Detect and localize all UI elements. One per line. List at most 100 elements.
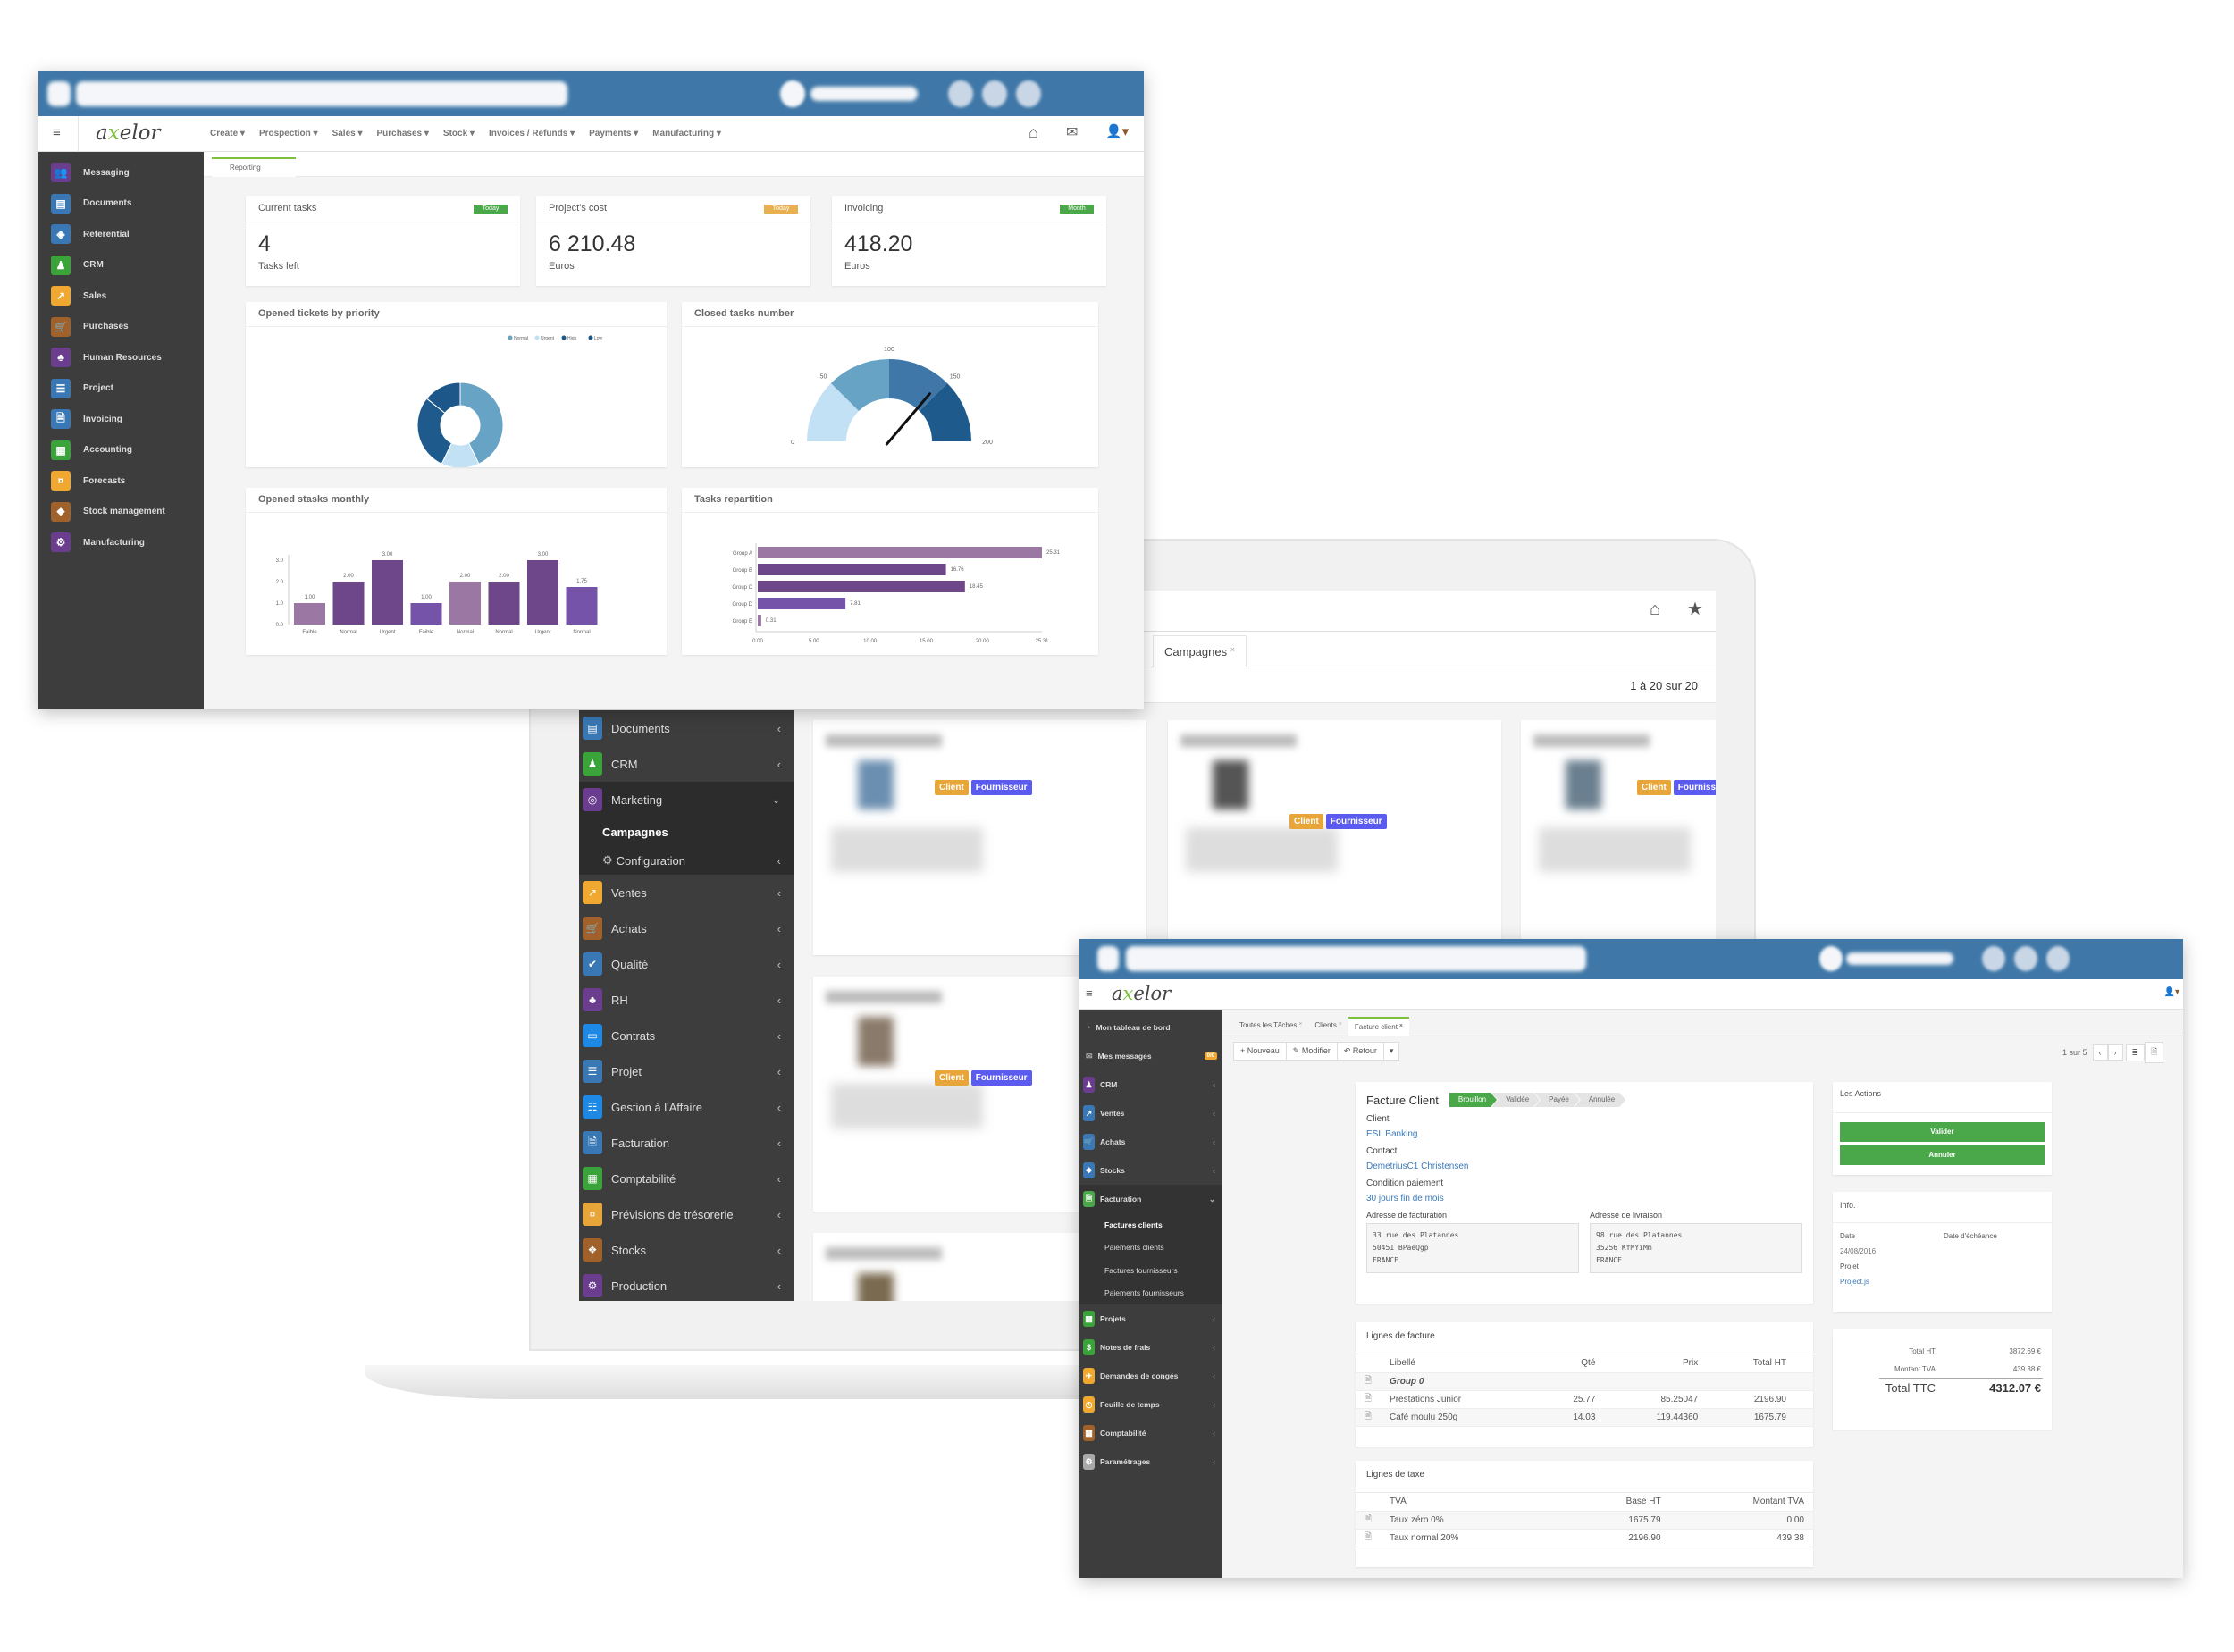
sidebar-item[interactable]: ♟ CRM (38, 250, 204, 281)
billing-address-field[interactable]: 33 rue des Platannes 50451 BPaeQgp FRANC… (1366, 1223, 1579, 1273)
status-step[interactable]: Payée (1534, 1093, 1580, 1107)
edit-button[interactable]: ✎ Modifier (1287, 1043, 1338, 1060)
sidebar-item[interactable]: ↗ Ventes ‹ (579, 875, 794, 910)
bar[interactable] (410, 603, 442, 625)
sidebar-item[interactable]: ✔ Qualité ‹ (579, 946, 794, 982)
attachment-icon[interactable]: 🗎 (2145, 1042, 2164, 1063)
bar[interactable] (758, 615, 761, 626)
sidebar-item[interactable]: ✈ Demandes de congés ‹ (1079, 1362, 1222, 1390)
table-row[interactable]: 🗎 Taux normal 20% 2196.90 439.38 (1356, 1529, 1813, 1547)
sidebar-item[interactable]: ☰ Project (38, 373, 204, 405)
close-tab-icon[interactable]: × (1398, 1023, 1403, 1029)
cancel-button[interactable]: Annuler (1840, 1145, 2045, 1165)
sidebar-item[interactable]: Paiements clients (1079, 1236, 1222, 1259)
sidebar-item[interactable]: ♣ RH ‹ (579, 982, 794, 1018)
contact-card[interactable]: ClientFournisseur (1521, 720, 1716, 955)
user-menu-icon[interactable]: 👤▾ (2164, 987, 2179, 997)
tab[interactable]: Facture client × (1348, 1017, 1409, 1036)
table-row[interactable]: 🗎 Prestations Junior 25.77 85.25047 2196.90 (1356, 1390, 1813, 1409)
sidebar-item[interactable]: $ Notes de frais ‹ (1079, 1333, 1222, 1362)
sidebar-item[interactable]: 🛒 Achats ‹ (1079, 1128, 1222, 1156)
sidebar-item[interactable]: ◈ Referential (38, 219, 204, 250)
bar[interactable] (449, 582, 481, 625)
menu-item[interactable]: Purchases ▾ (377, 129, 429, 138)
sidebar-item[interactable]: 🗎 Facturation ⌄ (1079, 1185, 1222, 1213)
bar[interactable] (758, 581, 965, 592)
menu-item[interactable]: Invoices / Refunds ▾ (489, 129, 575, 138)
sidebar-item[interactable]: ▦ Accounting (38, 435, 204, 466)
menu-item[interactable]: Sales ▾ (332, 129, 363, 138)
sidebar-item[interactable]: ▦ Comptabilité ‹ (579, 1161, 794, 1196)
status-step[interactable]: Annulée (1575, 1093, 1625, 1107)
bar[interactable] (758, 598, 846, 609)
menu-item[interactable]: Create ▾ (210, 129, 245, 138)
hamburger-icon[interactable]: ≡ (53, 125, 61, 140)
user-menu-icon[interactable]: 👤▾ (1105, 123, 1129, 139)
back-button[interactable]: ↶ Retour (1338, 1043, 1384, 1060)
sidebar-item[interactable]: ⚙ Production ‹ (579, 1268, 794, 1301)
table-row[interactable]: 🗎 Taux zéro 0% 1675.79 0.00 (1356, 1511, 1813, 1530)
sidebar-item[interactable]: ↗ Sales (38, 281, 204, 312)
sidebar-item[interactable]: 🛒 Purchases (38, 312, 204, 343)
sidebar-item[interactable]: ❖ Stocks ‹ (579, 1232, 794, 1268)
home-icon[interactable]: ⌂ (1650, 600, 1660, 620)
sidebar-item[interactable]: 🗎 Facturation ‹ (579, 1125, 794, 1161)
mail-icon[interactable]: ✉ (1066, 123, 1078, 141)
sidebar-item[interactable]: ▭ Contrats ‹ (579, 1018, 794, 1053)
contact-card[interactable]: ClientFournisseur (1168, 720, 1501, 955)
sidebar-item[interactable]: ◷ Feuille de temps ‹ (1079, 1390, 1222, 1419)
sidebar-item[interactable]: ❖ Stock management (38, 497, 204, 528)
table-row[interactable]: 🗎 Group 0 (1356, 1372, 1813, 1391)
sidebar-item[interactable]: ▦ Projets ‹ (1079, 1304, 1222, 1333)
next-record-button[interactable]: › (2107, 1044, 2123, 1061)
tab-reporting[interactable]: Reporting (212, 157, 296, 177)
sidebar-item[interactable]: 🗎 Invoicing (38, 404, 204, 435)
sidebar-item[interactable]: ⚙ Configuration ‹ (579, 846, 794, 875)
sidebar-item[interactable]: ✉ Mes messages 0/0 (1079, 1042, 1222, 1070)
list-view-icon[interactable]: ≣ (2125, 1044, 2146, 1061)
bar[interactable] (488, 582, 520, 625)
menu-item[interactable]: Prospection ▾ (259, 129, 318, 138)
bar[interactable] (527, 560, 558, 625)
sidebar-item[interactable]: Factures clients (1079, 1213, 1222, 1237)
hamburger-icon[interactable]: ≡ (1086, 986, 1093, 1000)
close-tab-icon[interactable]: × (1337, 1021, 1342, 1027)
more-dropdown[interactable]: ▾ (1384, 1043, 1399, 1060)
sidebar-item[interactable]: Factures fournisseurs (1079, 1259, 1222, 1282)
sidebar-item[interactable]: ☰ Projet ‹ (579, 1053, 794, 1089)
menu-item[interactable]: Payments ▾ (589, 129, 638, 138)
payment-condition-link[interactable]: 30 jours fin de mois (1366, 1194, 1802, 1203)
sidebar-item[interactable]: ▤ Documents (38, 189, 204, 220)
sidebar-item[interactable]: ☷ Gestion à l'Affaire ‹ (579, 1089, 794, 1125)
bar[interactable] (372, 560, 403, 625)
sidebar-item[interactable]: ♟ CRM ‹ (1079, 1070, 1222, 1099)
sidebar-item[interactable]: ▤ Documents ‹ (579, 710, 794, 746)
sidebar-item[interactable]: ¤ Forecasts (38, 465, 204, 497)
contact-card[interactable]: ClientFournisseur (813, 720, 1146, 955)
sidebar-item[interactable]: ◔ Mon tableau de bord (1079, 1013, 1222, 1042)
prev-record-button[interactable]: ‹ (2092, 1044, 2108, 1061)
sidebar-item[interactable]: 🛒 Achats ‹ (579, 910, 794, 946)
sidebar-item[interactable]: ◎ Marketing ⌄ (579, 782, 794, 818)
close-tab-icon[interactable]: × (1230, 645, 1235, 654)
client-link[interactable]: ESL Banking (1366, 1129, 1802, 1139)
tab[interactable]: Toutes les Tâches × (1233, 1017, 1308, 1036)
sidebar-item[interactable]: ⚙ Paramétrages ‹ (1079, 1447, 1222, 1476)
sidebar-item[interactable]: 👥 Messaging (38, 157, 204, 189)
table-row[interactable]: 🗎 Café moulu 250g 14.03 119.44360 1675.79 (1356, 1408, 1813, 1427)
sidebar-item[interactable]: ⚙ Manufacturing (38, 527, 204, 558)
menu-item[interactable]: Manufacturing ▾ (652, 129, 721, 138)
bar[interactable] (332, 582, 365, 625)
bar[interactable] (294, 603, 325, 625)
bar[interactable] (758, 547, 1042, 558)
project-link[interactable]: Project.js (1840, 1276, 2045, 1287)
new-button[interactable]: + Nouveau (1234, 1043, 1287, 1060)
delivery-address-field[interactable]: 98 rue des Platannes 35256 KfMYiMm FRANC… (1590, 1223, 1802, 1273)
sidebar-item[interactable]: ❖ Stocks ‹ (1079, 1156, 1222, 1185)
home-icon[interactable]: ⌂ (1029, 123, 1038, 142)
sidebar-item[interactable]: Paiements fournisseurs (1079, 1281, 1222, 1304)
address-bar[interactable] (76, 81, 567, 106)
sidebar-item[interactable]: Campagnes (579, 818, 794, 846)
sidebar-item[interactable]: ▦ Comptabilité ‹ (1079, 1419, 1222, 1447)
sidebar-item[interactable]: ¤ Prévisions de trésorerie ‹ (579, 1196, 794, 1232)
